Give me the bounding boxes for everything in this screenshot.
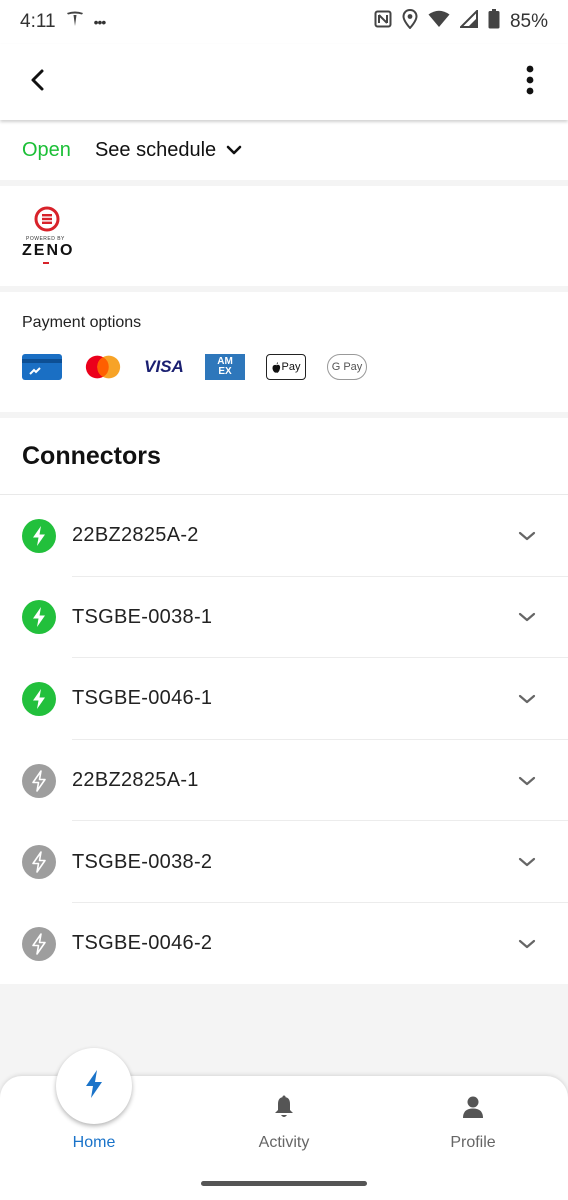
connector-id: 22BZ2825A-2 — [72, 524, 199, 547]
chevron-down-icon — [512, 693, 542, 705]
battery-percent: 85% — [509, 11, 548, 32]
connector-id: 22BZ2825A-1 — [72, 769, 199, 792]
bolt-available-icon — [22, 600, 56, 635]
connector-row[interactable]: TSGBE-0046-2 — [0, 903, 568, 985]
chevron-down-icon — [512, 611, 542, 623]
amex-label: AM EX — [217, 356, 233, 377]
nfc-icon — [374, 10, 392, 34]
location-icon — [402, 8, 418, 35]
bell-icon — [272, 1094, 296, 1120]
opening-hours-section: Open See schedule — [0, 120, 568, 180]
connectors-section: Connectors 22BZ2825A-2 TSGBE-0038-1 TSGB… — [0, 418, 568, 984]
app-bar — [0, 44, 568, 120]
connector-id: TSGBE-0046-1 — [72, 687, 213, 710]
connectors-title: Connectors — [0, 418, 568, 495]
chevron-down-icon — [512, 856, 542, 868]
payment-options-title: Payment options — [22, 314, 142, 331]
bolt-unavailable-icon — [22, 763, 56, 798]
back-button[interactable] — [18, 62, 58, 102]
zeno-brand-text: ZENO — [22, 242, 75, 259]
more-vert-icon — [526, 65, 534, 100]
nav-home-label: Home — [72, 1134, 116, 1151]
status-time: 4:11 — [20, 11, 56, 32]
nav-profile[interactable]: Profile — [403, 1076, 543, 1176]
notification-dots: ••• — [93, 14, 107, 30]
connector-row[interactable]: TSGBE-0038-2 — [0, 821, 568, 903]
arrow-back-icon — [28, 68, 48, 97]
mastercard-icon — [83, 354, 123, 380]
payment-icons: VISA AM EX Pay G Pay — [22, 354, 546, 380]
nav-profile-label: Profile — [450, 1134, 496, 1151]
google-pay-icon: G Pay — [327, 354, 367, 380]
amex-icon: AM EX — [205, 354, 245, 380]
visa-icon: VISA — [144, 354, 184, 380]
battery-icon — [488, 9, 500, 35]
see-schedule-label: See schedule — [94, 138, 217, 161]
zeno-logo: POWERED BY ZENO — [22, 206, 82, 271]
chevron-down-icon — [512, 775, 542, 787]
tesla-icon — [66, 10, 84, 34]
bolt-available-icon — [22, 518, 56, 553]
chevron-down-icon — [226, 139, 242, 162]
nav-activity[interactable]: Activity — [214, 1076, 354, 1176]
connector-row[interactable]: TSGBE-0038-1 — [0, 577, 568, 659]
connector-id: TSGBE-0038-2 — [72, 850, 213, 873]
status-bar: 4:11 ••• 85% — [0, 0, 568, 44]
bolt-unavailable-icon — [22, 926, 56, 961]
payment-options-section: Payment options VISA AM EX Pay G Pay — [0, 292, 568, 412]
home-indicator[interactable] — [201, 1181, 367, 1186]
card-icon — [22, 354, 62, 380]
connector-row[interactable]: TSGBE-0046-1 — [0, 658, 568, 740]
google-pay-label: G Pay — [331, 361, 363, 373]
visa-label: VISA — [144, 357, 184, 376]
bolt-available-icon — [22, 681, 56, 716]
connector-id: TSGBE-0038-1 — [72, 605, 213, 628]
bolt-icon — [84, 1069, 104, 1104]
nav-home[interactable]: Home — [24, 1048, 164, 1176]
open-status: Open — [22, 138, 71, 161]
more-options-button[interactable] — [510, 62, 550, 102]
signal-icon — [458, 8, 478, 34]
bolt-unavailable-icon — [22, 845, 56, 880]
bottom-nav: Home Activity Profile — [0, 1048, 568, 1200]
chevron-down-icon — [512, 530, 542, 542]
connector-row[interactable]: 22BZ2825A-1 — [0, 740, 568, 822]
apple-pay-label: Pay — [281, 361, 301, 373]
wifi-icon — [428, 10, 450, 34]
nav-activity-label: Activity — [258, 1134, 310, 1151]
chevron-down-icon — [512, 938, 542, 950]
home-fab[interactable] — [56, 1048, 132, 1124]
connector-row[interactable]: 22BZ2825A-2 — [0, 495, 568, 577]
connector-id: TSGBE-0046-2 — [72, 932, 213, 955]
apple-pay-icon: Pay — [266, 354, 306, 380]
person-icon — [461, 1094, 485, 1120]
apple-icon — [271, 361, 280, 373]
see-schedule-button[interactable]: See schedule — [95, 139, 242, 162]
operator-section: POWERED BY ZENO — [0, 186, 568, 286]
